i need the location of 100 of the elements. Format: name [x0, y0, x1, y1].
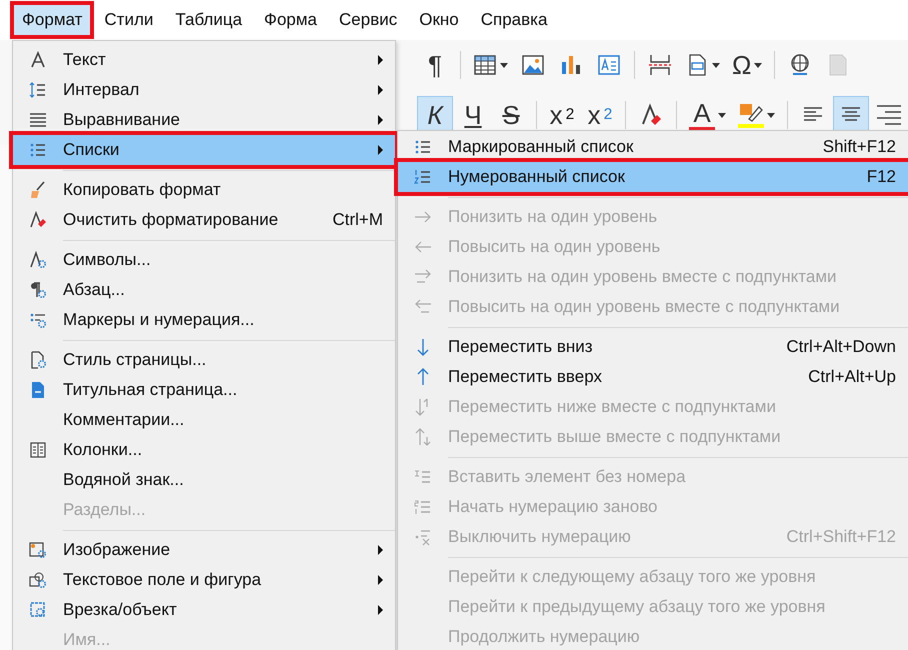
bullet-list-icon — [414, 138, 432, 156]
toolbar-button[interactable]: Ω — [728, 47, 766, 83]
menu-item-label: Маркированный список — [448, 137, 634, 157]
bullet-list-icon — [29, 141, 47, 159]
menu-item-label: Переместить вверх — [448, 367, 603, 387]
shortcut-text: Shift+F12 — [822, 137, 896, 157]
menu-item-label: Врезка/объект — [63, 600, 178, 620]
shortcut-text: Ctrl+Alt+Down — [786, 337, 896, 357]
menu-item[interactable]: Абзац... — [13, 275, 395, 305]
menu-item-label: Маркеры и нумерация... — [63, 310, 256, 330]
menu-item-label: Интервал — [63, 80, 140, 100]
menu-item-label: Комментарии... — [63, 410, 186, 430]
page-break-icon — [648, 53, 672, 77]
menu-item[interactable]: Символы... — [13, 245, 395, 275]
menu-bar-item[interactable]: Справка — [472, 5, 556, 35]
menu-item-label: Начать нумерацию заново — [448, 497, 659, 517]
menu-item-label: Текст — [63, 50, 107, 70]
menu-item[interactable]: Очистить форматирование Ctrl+M — [13, 205, 395, 235]
menu-item-label: Продолжить нумерацию — [448, 627, 641, 647]
menu-item[interactable]: Изображение — [13, 535, 395, 565]
highlighter-icon — [738, 102, 764, 122]
frame-gear-icon — [29, 601, 47, 619]
menu-item-label: Перейти к следующему абзацу того же уровня — [448, 567, 817, 587]
image-gear-icon — [29, 541, 47, 559]
page-gear-icon — [29, 351, 47, 369]
menu-item[interactable]: Переместить вверх Ctrl+Alt+Up — [398, 362, 908, 392]
menu-item[interactable]: Водяной знак... — [13, 465, 395, 495]
menu-item-label: Вставить элемент без номера — [448, 467, 687, 487]
toolbar-button[interactable]: S — [494, 97, 528, 133]
menu-item[interactable]: Нумерованный список F12 — [398, 162, 908, 192]
toolbar-button[interactable]: ¶ — [418, 47, 452, 83]
letter-icon — [29, 51, 47, 69]
shortcut-text: Ctrl+Shift+F12 — [786, 527, 896, 547]
menu-item-label: Понизить на один уровень вместе с подпунктами — [448, 267, 838, 287]
menu-item-label: Абзац... — [63, 280, 126, 300]
align-right-icon — [877, 103, 901, 127]
menu-item[interactable]: Выравнивание — [13, 105, 395, 135]
menu-item-label: Выключить нумерацию — [448, 527, 632, 547]
page-icon — [29, 381, 47, 399]
shape-gear-icon — [29, 571, 47, 589]
shortcut-text: Ctrl+M — [332, 210, 383, 230]
letter-gear-icon — [29, 251, 47, 269]
menu-item[interactable]: Колонки... — [13, 435, 395, 465]
text-box-icon — [597, 53, 621, 77]
menu-item[interactable]: Стиль страницы... — [13, 345, 395, 375]
menu-item[interactable]: Переместить вниз Ctrl+Alt+Down — [398, 332, 908, 362]
menu-bar-item[interactable]: Окно — [411, 5, 467, 35]
menu-item[interactable]: Копировать формат — [13, 175, 395, 205]
numbering-off-icon — [414, 528, 432, 546]
menu-item-label: Переместить вниз — [448, 337, 594, 357]
bar-chart-icon — [559, 53, 583, 77]
menu-item[interactable]: Текстовое поле и фигура — [13, 565, 395, 595]
menu-item[interactable]: Маркированный список Shift+F12 — [398, 132, 908, 162]
menu-item-label: Текстовое поле и фигура — [63, 570, 262, 590]
spacing-icon — [29, 81, 47, 99]
menu-bar-item[interactable]: Форма — [256, 5, 326, 35]
shortcut-text: F12 — [866, 167, 896, 187]
menu-item-label: Повысить на один уровень — [448, 237, 662, 257]
menu-item-label: Выравнивание — [63, 110, 182, 130]
table-icon — [473, 53, 497, 77]
toolbar-button[interactable]: Ч — [456, 97, 490, 133]
menu-bar-item[interactable]: Сервис — [331, 5, 406, 35]
menu-item[interactable]: Маркеры и нумерация... — [13, 305, 395, 335]
menu-item-label: Перейти к предыдущему абзацу того же уровня — [448, 597, 826, 617]
menu-item-label: Изображение — [63, 540, 172, 560]
menu-item-label: Очистить форматирование — [63, 210, 280, 230]
pilcrow-gear-icon — [29, 281, 47, 299]
menu-item-label: Разделы... — [63, 500, 147, 520]
menu-item-label: Понизить на один уровень — [448, 207, 658, 227]
bullets-gear-icon — [29, 311, 47, 329]
menu-bar-item[interactable]: Таблица — [167, 5, 250, 35]
menu-item-label: Имя... — [63, 630, 112, 650]
shortcut-text: Ctrl+Alt+Up — [808, 367, 896, 387]
brush-icon — [29, 181, 47, 199]
menu-item-label: Колонки... — [63, 440, 144, 460]
menu-item-label: Повысить на один уровень вместе с подпунктами — [448, 297, 841, 317]
menu-bar-item[interactable]: Стили — [96, 5, 162, 35]
clear-formatting-icon — [639, 103, 663, 127]
eraser-icon — [29, 211, 47, 229]
menu-item[interactable]: Текст — [13, 45, 395, 75]
toolbar-button[interactable]: x$^{2}$ — [545, 97, 579, 133]
menu-item-label: Переместить выше вместе с подпунктами — [448, 427, 782, 447]
menu-item[interactable]: Комментарии... — [13, 405, 395, 435]
align-icon — [29, 111, 47, 129]
menu-item-label: Водяной знак... — [63, 470, 185, 490]
menu-item-label: Символы... — [63, 250, 152, 270]
toolbar-button[interactable]: К — [418, 97, 452, 133]
menu-item[interactable]: Титульная страница... — [13, 375, 395, 405]
image-icon — [521, 53, 545, 77]
menu-item-label: Стиль страницы... — [63, 350, 208, 370]
double-arrow-up-icon — [414, 428, 432, 446]
columns-icon — [29, 441, 47, 459]
menu-item-label: Титульная страница... — [63, 380, 238, 400]
menu-item[interactable]: Интервал — [13, 75, 395, 105]
menu-item-label: Списки — [63, 140, 120, 160]
menu-item[interactable]: Врезка/объект — [13, 595, 395, 625]
menu-bar-item[interactable]: Формат — [14, 5, 90, 35]
menu-item-label: Копировать формат — [63, 180, 222, 200]
toolbar-button[interactable] — [834, 97, 868, 133]
menu-item[interactable]: Списки — [13, 135, 395, 165]
